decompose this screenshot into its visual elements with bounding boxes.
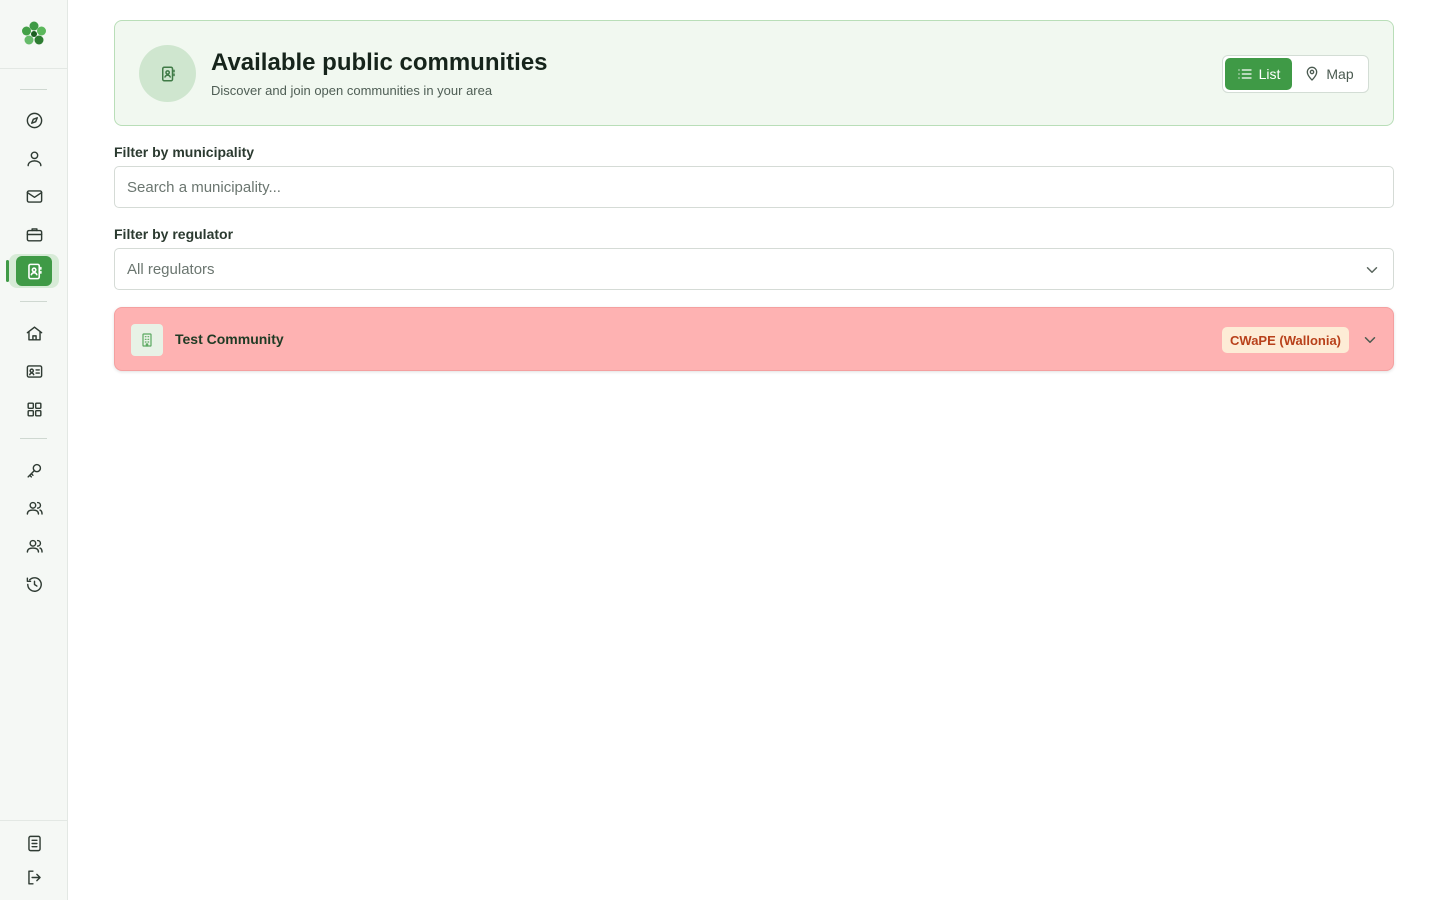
home-icon [26, 325, 42, 341]
contact-book-icon [161, 66, 175, 81]
page-subtitle: Discover and join open communities in yo… [211, 83, 493, 98]
users-icon [26, 501, 43, 515]
sidebar-item-communities[interactable] [9, 254, 59, 288]
active-item-highlight [16, 256, 52, 286]
id-card-icon [26, 364, 42, 378]
page-header: Available public communities Discover an… [114, 20, 1394, 126]
document-icon [27, 835, 41, 851]
sidebar-item-documents[interactable] [16, 827, 52, 859]
sidebar [0, 0, 68, 900]
page-title: Available public communities [211, 49, 548, 76]
sidebar-divider [0, 68, 68, 69]
expand-chevron-icon[interactable] [1361, 331, 1379, 349]
user-icon [26, 150, 42, 166]
list-view-label: List [1258, 66, 1281, 82]
sidebar-item-messages[interactable] [16, 180, 52, 212]
sidebar-item-keys[interactable] [16, 454, 52, 486]
municipality-filter-label: Filter by municipality [114, 144, 255, 160]
history-icon [26, 576, 42, 592]
sidebar-item-explore[interactable] [16, 104, 52, 136]
mail-icon [26, 189, 42, 203]
sidebar-item-users[interactable] [16, 492, 52, 524]
list-view-button[interactable]: List [1225, 58, 1292, 90]
sidebar-divider [20, 89, 47, 90]
map-view-button[interactable]: Map [1292, 58, 1366, 90]
compass-icon [26, 112, 42, 128]
app-logo[interactable] [19, 19, 49, 49]
regulator-select-value: All regulators [127, 260, 215, 278]
main-content: Available public communities Discover an… [114, 20, 1394, 371]
header-icon-circle [139, 45, 196, 102]
sidebar-item-home[interactable] [16, 317, 52, 349]
community-name: Test Community [175, 331, 284, 347]
view-toggle: List Map [1222, 55, 1369, 93]
sidebar-divider [20, 438, 47, 439]
sidebar-item-id-card[interactable] [16, 355, 52, 387]
list-icon [1237, 69, 1252, 79]
community-icon-box [131, 324, 163, 356]
sidebar-item-work[interactable] [16, 218, 52, 250]
map-view-label: Map [1326, 66, 1354, 82]
chevron-down-icon [1366, 267, 1378, 273]
building-icon [142, 333, 152, 347]
sidebar-divider [20, 301, 47, 302]
team-icon [26, 539, 43, 553]
sidebar-item-logout[interactable] [16, 861, 52, 893]
map-pin-icon [1307, 66, 1318, 81]
briefcase-icon [26, 227, 42, 242]
regulator-filter-label: Filter by regulator [114, 226, 234, 242]
logout-icon [27, 869, 41, 885]
sidebar-item-history[interactable] [16, 568, 52, 600]
regulator-badge: CWaPE (Wallonia) [1222, 327, 1349, 353]
municipality-search-input[interactable] [114, 166, 1394, 208]
sidebar-item-profile[interactable] [16, 142, 52, 174]
contact-book-icon [27, 263, 42, 279]
community-row[interactable]: Test Community CWaPE (Wallonia) [114, 307, 1394, 371]
sidebar-item-apps[interactable] [16, 393, 52, 425]
key-icon [26, 463, 41, 478]
grid-icon [26, 401, 42, 417]
regulator-select[interactable]: All regulators [114, 248, 1394, 290]
sidebar-item-team[interactable] [16, 530, 52, 562]
sidebar-divider [0, 820, 68, 821]
